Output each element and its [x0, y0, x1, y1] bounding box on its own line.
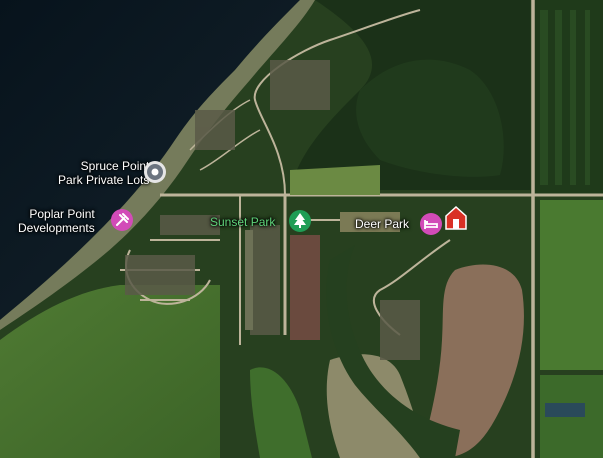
place-deer-park[interactable]: Deer Park [355, 217, 409, 231]
field-east [540, 200, 603, 370]
place-label: Spruce Point Park Private Lots [58, 159, 150, 187]
bed-icon[interactable] [419, 212, 443, 236]
place-label: Sunset Park [210, 215, 276, 229]
place-label: Deer Park [355, 217, 410, 231]
satellite-map[interactable]: Spruce Point Park Private Lots Poplar Po… [0, 0, 603, 458]
place-spruce-point[interactable]: Spruce Point Park Private Lots [58, 159, 149, 187]
place-poplar-point[interactable]: Poplar Point Developments [18, 207, 95, 235]
pin-icon[interactable] [143, 160, 167, 184]
place-label: Poplar Point Developments [18, 207, 95, 235]
clearing [290, 165, 380, 195]
red-soil-patch [290, 235, 320, 340]
place-sunset-park[interactable]: Sunset Park [210, 215, 275, 229]
pond [545, 403, 585, 417]
tree-icon[interactable] [288, 209, 312, 233]
hammer-wrench-icon[interactable] [110, 208, 134, 232]
house-icon[interactable] [443, 204, 469, 232]
